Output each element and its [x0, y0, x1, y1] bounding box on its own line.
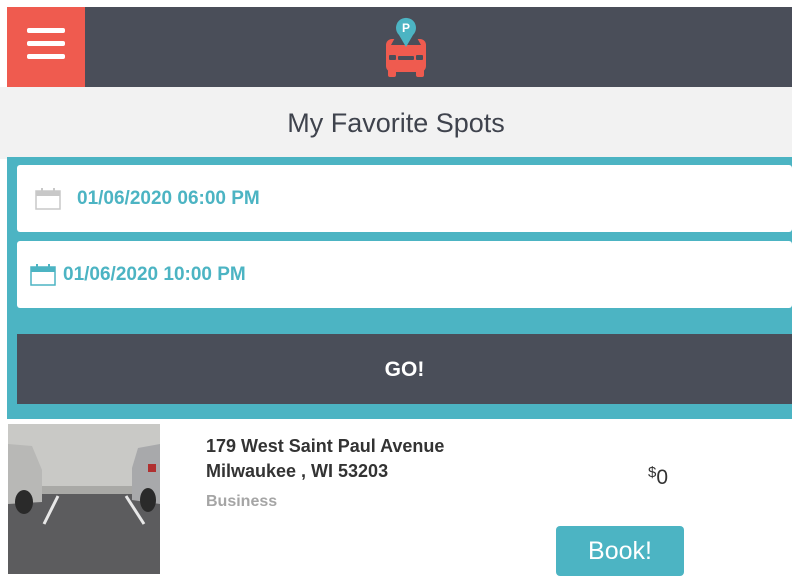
end-datetime-field[interactable]: 01/06/2020 10:00 PM: [17, 241, 792, 308]
start-datetime-field[interactable]: 01/06/2020 06:00 PM: [17, 165, 792, 232]
list-item: 179 West Saint Paul Avenue Milwaukee , W…: [0, 420, 792, 580]
price-value: 0: [656, 466, 669, 489]
spot-price: $0: [648, 464, 668, 490]
calendar-icon: [30, 264, 56, 286]
parking-car-logo-icon: P: [386, 17, 426, 77]
start-datetime-value: 01/06/2020 06:00 PM: [77, 188, 260, 209]
hamburger-icon-line: [27, 41, 65, 46]
spot-address: 179 West Saint Paul Avenue Milwaukee , W…: [206, 434, 444, 484]
search-panel: 01/06/2020 06:00 PM 01/06/2020 10:00 PM …: [7, 157, 792, 419]
address-line-2: Milwaukee , WI 53203: [206, 461, 389, 481]
spot-category: Business: [206, 493, 278, 510]
page-title-band: My Favorite Spots: [0, 87, 792, 159]
end-datetime-value: 01/06/2020 10:00 PM: [63, 264, 246, 285]
menu-button[interactable]: [7, 7, 85, 87]
parking-lot-thumbnail: [8, 424, 160, 574]
hamburger-icon-line: [27, 54, 65, 59]
top-navigation-bar: P: [7, 7, 792, 87]
logo-letter: P: [402, 21, 410, 35]
address-line-1: 179 West Saint Paul Avenue: [206, 436, 445, 456]
go-button[interactable]: GO!: [17, 334, 792, 404]
book-button[interactable]: Book!: [556, 526, 684, 576]
hamburger-icon-line: [27, 28, 65, 33]
calendar-icon: [35, 188, 61, 210]
page-title: My Favorite Spots: [287, 108, 505, 138]
